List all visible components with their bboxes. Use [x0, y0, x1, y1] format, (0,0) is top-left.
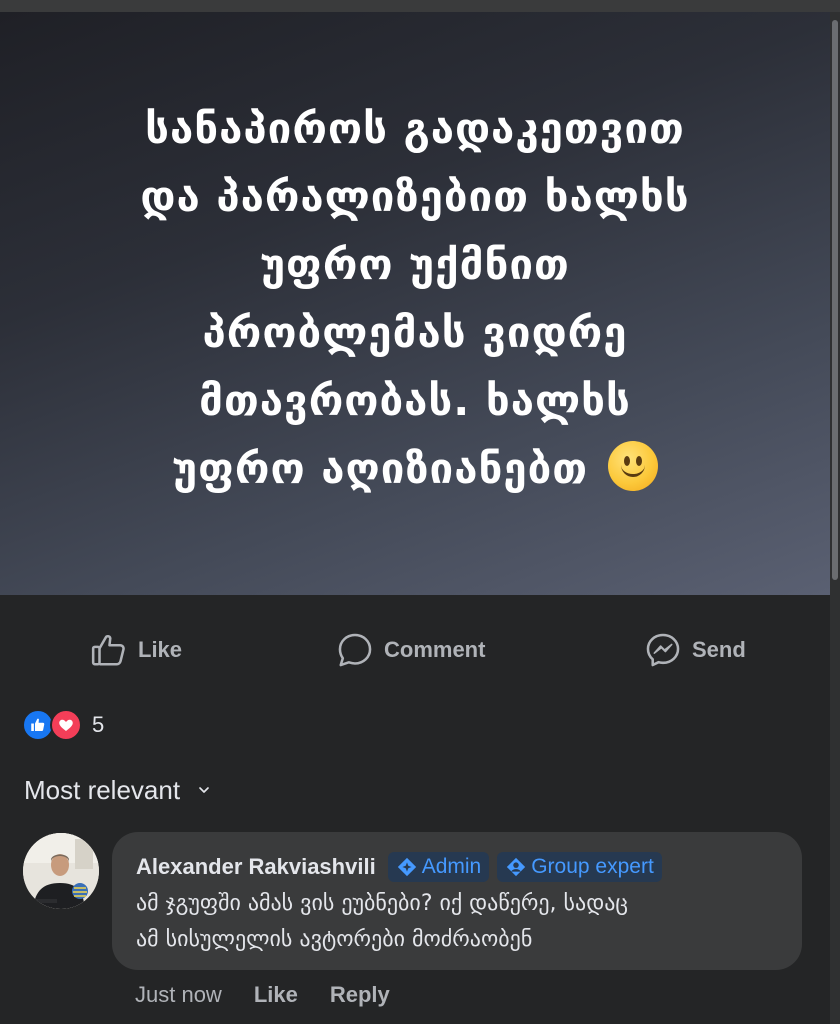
smiley-emoji-icon [607, 440, 658, 491]
comment-text-line: ამ ჯგუფში ამას ვის ეუბნები? იქ დაწერე, ს… [136, 891, 628, 916]
reaction-summary[interactable]: 5 [22, 708, 104, 742]
comment-text-line: ამ სისულელის ავტორები მოძრაობენ [136, 927, 533, 952]
post-image[interactable]: სანაპიროს გადაკეთვით და პარალიზებით ხალხ… [0, 12, 830, 595]
messenger-icon [646, 633, 680, 667]
love-reaction-icon [50, 709, 82, 741]
post-text-line: და პარალიზებით ხალხს [140, 171, 690, 221]
chevron-down-icon [199, 787, 209, 793]
post-text-line: პრობლემას ვიდრე [202, 307, 628, 357]
admin-badge[interactable]: Admin [387, 852, 490, 882]
post-text-line: მთავრობას. ხალხს [199, 375, 631, 425]
comment-sort-dropdown[interactable]: Most relevant [24, 772, 212, 808]
diamond-badge-icon [397, 857, 416, 877]
group-expert-badge[interactable]: Group expert [497, 852, 662, 882]
post-actions-bar: Like Comment Send [0, 620, 830, 680]
like-button[interactable]: Like [90, 620, 182, 680]
comment-meta: Just now Like Reply [135, 978, 390, 1012]
comment-text: ამ ჯგუფში ამას ვის ეუბნები? იქ დაწერე, ს… [136, 886, 778, 958]
comment-reply-button[interactable]: Reply [330, 982, 390, 1008]
like-label: Like [138, 637, 183, 662]
reaction-count: 5 [92, 712, 105, 737]
comment-author-name[interactable]: Alexander Rakviashvili [136, 854, 376, 880]
avatar[interactable] [23, 833, 99, 909]
scrollbar-thumb[interactable] [832, 20, 838, 580]
post-text-line: უფრო აღიზიანებთ [172, 443, 589, 493]
comment-label: Comment [384, 637, 486, 662]
send-label: Send [692, 637, 746, 662]
send-button[interactable]: Send [644, 620, 746, 680]
diamond-badge-icon [507, 857, 526, 877]
comment-icon [338, 633, 372, 667]
admin-badge-label: Admin [421, 855, 482, 878]
post-text-line: უფრო უქმნით [260, 239, 570, 289]
comment-button[interactable]: Comment [336, 620, 485, 680]
comment-header: Alexander Rakviashvili Admin Group exper… [136, 850, 778, 884]
thumbs-up-icon [91, 634, 125, 666]
top-bar [0, 0, 840, 12]
post-image-text: სანაპიროს გადაკეთვით და პარალიზებით ხალხ… [55, 95, 775, 503]
sort-label: Most relevant [24, 774, 181, 805]
comment-like-button[interactable]: Like [254, 982, 298, 1008]
comment-timestamp[interactable]: Just now [135, 982, 222, 1008]
group-expert-badge-label: Group expert [531, 855, 654, 878]
post-text-line-last: უფრო აღიზიანებთ [55, 435, 775, 503]
post-text-line: სანაპიროს გადაკეთვით [145, 103, 685, 153]
comment-bubble: Alexander Rakviashvili Admin Group exper… [112, 832, 802, 970]
